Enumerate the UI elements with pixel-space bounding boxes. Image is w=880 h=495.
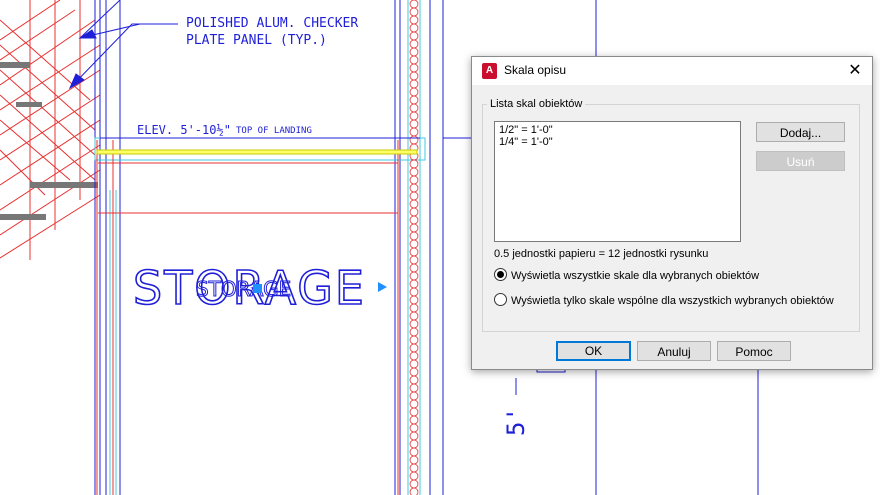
close-icon[interactable]: ✕ (838, 57, 872, 85)
elevation-suffix: TOP OF LANDING (236, 126, 312, 136)
annotation-scale-dialog: A Skala opisu ✕ Lista skal obiektów 1/2"… (471, 56, 873, 370)
radio-button-checked[interactable] (494, 268, 507, 281)
landing-slab (96, 137, 472, 155)
hatch-patches (0, 62, 98, 220)
elevation-label: ELEV. 5'-10½" (137, 123, 231, 137)
grip-square-icon[interactable] (253, 284, 262, 293)
dimension-text: 5' (502, 407, 530, 436)
radio-common-label: Wyświetla tylko skale wspólne dla wszyst… (511, 295, 834, 307)
scale-list-group-label: Lista skal obiektów (487, 98, 586, 110)
stair-structure-lines (0, 0, 101, 260)
radio-all-scales[interactable]: Wyświetla wszystkie skale dla wybranych … (494, 268, 759, 282)
cancel-button[interactable]: Anuluj (637, 341, 711, 361)
autocad-app-icon: A (482, 63, 497, 79)
grip-arrow-icon[interactable] (378, 282, 387, 292)
cyan-outline (94, 0, 426, 495)
radio-button-unchecked[interactable] (494, 293, 507, 306)
scale-listbox[interactable]: 1/2" = 1'-0" 1/4" = 1'-0" (494, 121, 741, 242)
radio-all-label: Wyświetla wszystkie skale dla wybranych … (511, 270, 760, 282)
scale-list-item[interactable]: 1/4" = 1'-0" (495, 136, 740, 148)
wall-lines (96, 140, 399, 495)
room-label-small[interactable]: STORAGE (196, 277, 292, 302)
dimension-marker (515, 367, 566, 395)
scale-info-text: 0.5 jednostki papieru = 12 jednostki rys… (494, 248, 709, 260)
insulation-pattern (409, 0, 419, 495)
dialog-titlebar[interactable]: A Skala opisu ✕ (472, 57, 872, 85)
dialog-title: Skala opisu (504, 63, 567, 77)
help-button[interactable]: Pomoc (717, 341, 791, 361)
scale-list-item[interactable]: 1/2" = 1'-0" (495, 124, 740, 136)
radio-common-scales[interactable]: Wyświetla tylko skale wspólne dla wszyst… (494, 293, 834, 307)
note-leaders (68, 0, 178, 90)
remove-button[interactable]: Usuń (756, 151, 845, 171)
ok-button[interactable]: OK (556, 341, 631, 361)
note-line-2: PLATE PANEL (TYP.) (186, 33, 327, 48)
add-button[interactable]: Dodaj... (756, 122, 845, 142)
note-line-1: POLISHED ALUM. CHECKER (186, 16, 358, 31)
